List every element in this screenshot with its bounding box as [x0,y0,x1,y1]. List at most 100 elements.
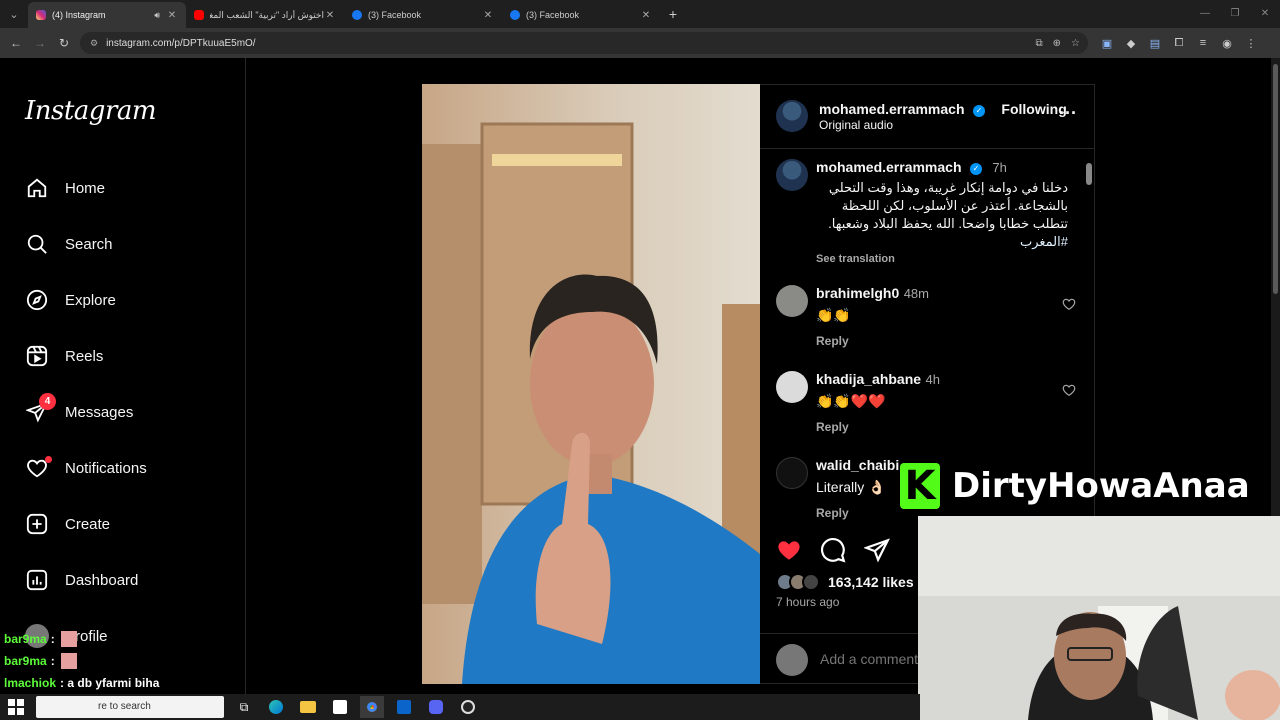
chrome-icon[interactable] [360,696,384,718]
verified-badge-icon: ✓ [969,163,982,175]
my-avatar [776,644,808,676]
see-translation-link[interactable]: See translation [816,253,1068,265]
like-comment-icon[interactable] [1062,383,1076,397]
tab-youtube[interactable]: اختوش أراد "تربية" الشعب المغر... ✕ [186,2,344,28]
store-icon[interactable] [328,696,352,718]
share-icon[interactable] [864,537,890,563]
reels-icon [25,344,49,368]
tab-facebook-1[interactable]: (3) Facebook ✕ [344,2,502,28]
chat-text: : [50,654,55,668]
sidebar-item-create[interactable]: Create [25,511,110,537]
comment-username[interactable]: khadija_ahbane [816,371,921,387]
outlook-icon[interactable] [392,696,416,718]
taskbar-apps: ⧉ [232,694,480,720]
windows-start-icon[interactable] [8,699,24,715]
maximize-icon[interactable]: ❐ [1220,0,1250,28]
reply-button[interactable]: Reply [816,334,1066,348]
tab-facebook-2[interactable]: (3) Facebook ✕ [502,2,660,28]
taskbar-search-text: re to search [98,701,151,712]
sidebar-item-label: Home [65,179,106,197]
close-icon[interactable]: ✕ [166,10,178,21]
translate-extension-icon[interactable]: ▣ [1100,37,1114,50]
liked-heart-icon[interactable] [776,537,802,563]
file-explorer-icon[interactable] [296,696,320,718]
youtube-favicon [194,10,204,20]
sidebar-item-label: Create [65,515,111,533]
post-caption: mohamed.errammach ✓ 7h دخلنا في دوامة إن… [776,159,1076,269]
caption-body: دخلنا في دوامة إنكار غريبة، وهذا وقت الت… [828,180,1068,231]
edge-icon[interactable] [264,696,288,718]
comment-username[interactable]: walid_chaibi [816,457,899,473]
close-icon[interactable]: ✕ [482,10,494,21]
new-tab-button[interactable]: + [660,6,686,22]
instagram-logo[interactable]: Instagram [25,96,157,126]
forward-icon[interactable]: → [28,36,52,50]
speaker-icon[interactable]: 🔊︎ [154,10,160,21]
messages-badge: 4 [39,393,56,410]
site-info-icon[interactable]: ⚙︎ [90,38,98,49]
commenter-avatar[interactable] [776,457,808,489]
omnibox-actions: ⧉ ⊕ ☆ [1036,32,1081,54]
window-controls: — ❐ ✕ [1190,0,1280,28]
more-options-icon[interactable]: ··· [1059,103,1077,124]
task-view-icon[interactable]: ⧉ [232,696,256,718]
comment-time: 4h [925,372,940,387]
comment-username[interactable]: brahimelgh0 [816,285,899,301]
post-video[interactable] [422,84,760,684]
sidebar-item-explore[interactable]: Explore [25,287,116,313]
taskbar-search-input[interactable]: re to search [36,696,224,718]
tab-search-icon[interactable]: ⌄ [0,0,28,28]
reload-icon[interactable]: ↻ [52,36,76,50]
url-input[interactable]: ⚙︎ instagram.com/p/DPTkuuaE5mO/ ⧉ ⊕ ☆ [80,32,1088,54]
close-window-icon[interactable]: ✕ [1250,0,1280,28]
stream-channel-banner: K DirtyHowaAnaa [900,460,1250,512]
author-avatar[interactable] [776,159,808,191]
sidebar-item-home[interactable]: Home [25,175,105,201]
post-timestamp: 7 hours ago [776,595,840,609]
reading-list-icon[interactable]: ≡ [1196,37,1210,49]
kebab-menu-icon[interactable]: ⋮ [1244,37,1258,50]
close-icon[interactable]: ✕ [324,10,336,21]
zoom-icon[interactable]: ⊕ [1053,38,1061,49]
comment-icon[interactable] [820,537,846,563]
instagram-sidebar: Instagram Home Search Explore Reels 4 Me… [0,58,246,698]
sidebar-item-notifications[interactable]: Notifications [25,455,147,481]
author-avatar[interactable] [776,100,808,132]
install-app-icon[interactable]: ⧉ [1036,38,1043,49]
sidebar-item-search[interactable]: Search [25,231,113,257]
profile-icon[interactable]: ◉ [1220,37,1234,50]
reply-button[interactable]: Reply [816,420,1066,434]
sidebar-item-reels[interactable]: Reels [25,343,103,369]
obs-icon[interactable] [456,696,480,718]
commenter-avatar[interactable] [776,371,808,403]
minimize-icon[interactable]: — [1190,0,1220,28]
chat-message: bar9ma : [4,650,159,672]
sidebar-item-label: Search [65,235,113,253]
tab-title: (3) Facebook [368,10,422,20]
sidebar-item-label: Explore [65,291,116,309]
caption-username[interactable]: mohamed.errammach [816,159,962,175]
discord-icon[interactable] [424,696,448,718]
back-icon[interactable]: ← [4,36,28,50]
audio-label[interactable]: Original audio [819,118,893,132]
sidebar-item-messages[interactable]: 4 Messages [25,393,133,425]
puzzle-icon[interactable]: ⧠ [1172,37,1186,50]
sidebar-item-dashboard[interactable]: Dashboard [25,567,138,593]
extension-icon[interactable]: ◆ [1124,37,1138,50]
extension-icon[interactable]: ▤ [1148,37,1162,50]
page-scrollbar[interactable] [1271,58,1280,520]
like-comment-icon[interactable] [1062,297,1076,311]
bookmark-star-icon[interactable]: ☆ [1071,38,1080,49]
hashtag-link[interactable]: #المغرب [1020,234,1068,249]
author-username[interactable]: mohamed.errammach [819,101,965,117]
commenter-avatar[interactable] [776,285,808,317]
comment-text: 👏👏 [816,307,851,323]
chart-icon [25,568,49,592]
tab-instagram[interactable]: (4) Instagram 🔊︎ ✕ [28,2,186,28]
close-icon[interactable]: ✕ [640,10,652,21]
likes-count[interactable]: 163,142 likes [828,574,914,590]
chat-text: : [50,632,55,646]
chat-message: bar9ma : [4,628,159,650]
address-bar-row: ← → ↻ ⚙︎ instagram.com/p/DPTkuuaE5mO/ ⧉ … [0,28,1280,58]
following-button[interactable]: Following [1001,101,1066,117]
